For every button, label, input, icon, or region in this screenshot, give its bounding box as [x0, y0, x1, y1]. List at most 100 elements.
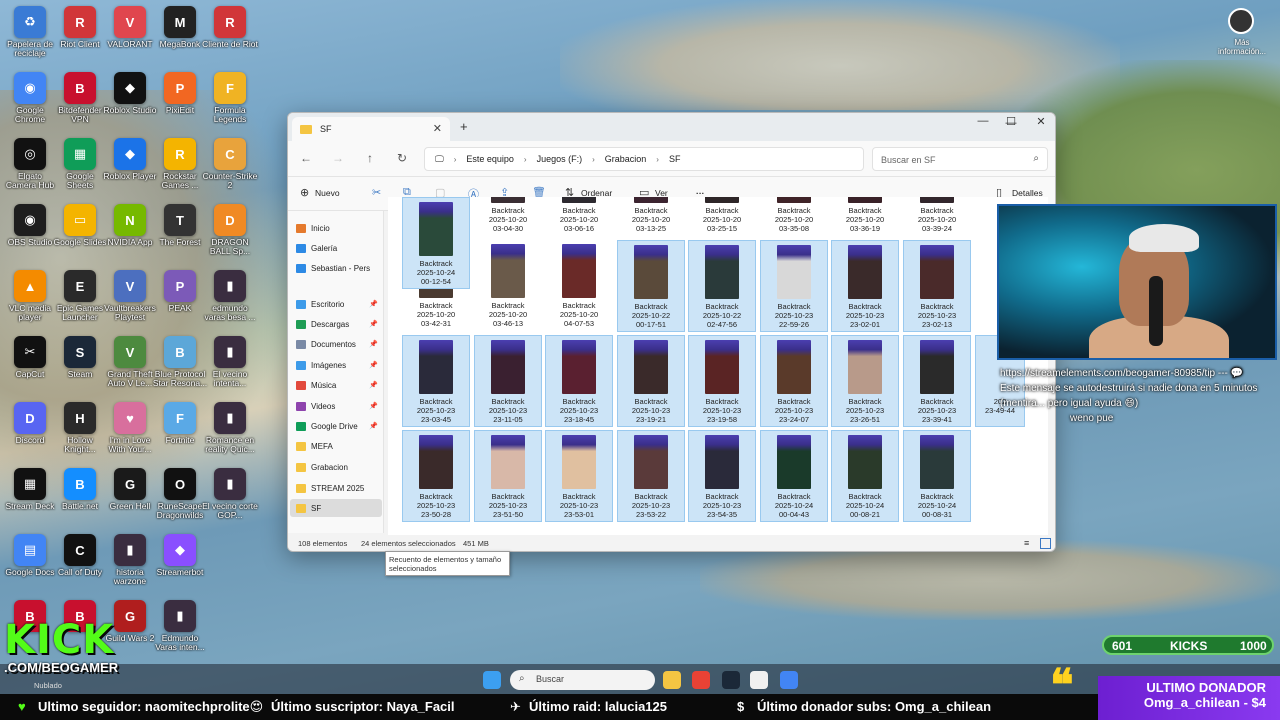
pin-icon[interactable]: 📌 — [369, 320, 378, 328]
pin-icon[interactable]: 📌 — [369, 300, 378, 308]
desktop-icon[interactable]: ▦ Google Sheets — [52, 138, 108, 190]
taskbar-search[interactable]: ⌕ Buscar — [510, 670, 655, 690]
chrome-2-icon[interactable] — [780, 671, 798, 689]
sidebar-item[interactable]: Galería — [296, 239, 380, 257]
desktop-icon[interactable]: D Discord — [2, 402, 58, 445]
cut-icon[interactable]: ✂ — [372, 186, 381, 199]
desktop-icon[interactable]: ◉ OBS Studio — [2, 204, 58, 247]
file-item[interactable]: Backtrack 2025-10-20 03-06-16 — [545, 197, 613, 237]
file-item[interactable]: Backtrack 2025-10-23 23-51-50 — [474, 430, 542, 522]
sidebar-item[interactable]: Escritorio 📌 — [296, 295, 380, 313]
search-input[interactable]: Buscar en SF ⌕ — [872, 147, 1048, 171]
desktop-icon[interactable]: ▤ Google Docs — [2, 534, 58, 577]
desktop-icon[interactable]: ▮ edmundo varas besa ... — [202, 270, 258, 322]
file-item[interactable]: Backtrack 2025-10-22 02-47-56 — [688, 240, 756, 332]
file-item[interactable]: Backtrack 2025-10-22 00-17-51 — [617, 240, 685, 332]
file-item[interactable]: Backtrack 2025-10-20 03-36-19 — [831, 197, 899, 237]
pin-icon[interactable]: 📌 — [369, 340, 378, 348]
sidebar-item[interactable]: SF — [290, 499, 382, 517]
sidebar-item[interactable]: Imágenes 📌 — [296, 356, 380, 374]
file-item[interactable]: Backtrack 2025-10-20 04-07-53 — [545, 240, 613, 332]
file-item[interactable]: Backtrack 2025-10-20 03-25-15 — [688, 197, 756, 237]
file-item[interactable]: Backtrack 2025-10-24 00-08-21 — [831, 430, 899, 522]
desktop-icon[interactable]: R Rockstar Games ... — [152, 138, 208, 190]
sidebar-item[interactable]: STREAM 2025 — [296, 479, 380, 497]
desktop-icon[interactable]: E Epic Games Launcher — [52, 270, 108, 322]
desktop-icon[interactable]: ▭ Google Slides — [52, 204, 108, 247]
file-item[interactable]: Backtrack 2025-10-23 23-19-58 — [688, 335, 756, 427]
maximize-window-button[interactable]: ☐ — [996, 115, 1026, 128]
desktop-icon[interactable]: B Battle.net — [52, 468, 108, 511]
sidebar-item[interactable]: Google Drive 📌 — [296, 417, 380, 435]
desktop-icon[interactable]: ◎ Elgato Camera Hub — [2, 138, 58, 190]
notepad-icon[interactable] — [750, 671, 768, 689]
desktop-icon[interactable]: H Hollow Knight... — [52, 402, 108, 454]
address-bar[interactable]: 🖵 › Este equipo › Juegos (F:) › Grabacio… — [424, 147, 864, 171]
file-item[interactable]: Backtrack 2025-10-24 00-04-43 — [760, 430, 828, 522]
file-item[interactable]: Backtrack 2025-10-23 23-24-07 — [760, 335, 828, 427]
steam-icon[interactable] — [722, 671, 740, 689]
new-button[interactable]: Nuevo — [315, 188, 340, 198]
desktop-icon[interactable]: D DRAGON BALL Sp... — [202, 204, 258, 256]
info-icon[interactable] — [1228, 8, 1254, 34]
desktop-icon[interactable]: ▮ El vecino intenta... — [202, 336, 258, 388]
file-item[interactable]: Backtrack 2025-10-23 23-53-01 — [545, 430, 613, 522]
breadcrumb-sf[interactable]: SF — [669, 154, 681, 164]
file-item[interactable]: Backtrack 2025-10-23 23-02-13 — [903, 240, 971, 332]
file-item[interactable]: Backtrack 2025-10-23 23-11-05 — [474, 335, 542, 427]
list-view-icon[interactable]: ≡ — [1024, 538, 1029, 548]
desktop-icon[interactable]: B Bitdefender VPN — [52, 72, 108, 124]
desktop-icon[interactable]: P PEAK — [152, 270, 208, 313]
desktop-icon[interactable]: B Blue Protocol Star Resona... — [152, 336, 208, 388]
sidebar-item[interactable]: Sebastian - Pers — [296, 259, 380, 277]
grid-view-icon[interactable] — [1040, 538, 1051, 549]
breadcrumb-este-equipo[interactable]: Este equipo — [466, 154, 514, 164]
sidebar-item[interactable]: Descargas 📌 — [296, 315, 380, 333]
file-item[interactable]: Backtrack 2025-10-23 23-19-21 — [617, 335, 685, 427]
breadcrumb-grabacion[interactable]: Grabacion — [605, 154, 647, 164]
desktop-icon[interactable]: ▮ Edmundo Varas inten... — [152, 600, 208, 652]
desktop-icon[interactable]: R Riot Client — [52, 6, 108, 49]
desktop-icon[interactable]: M MegaBonk — [152, 6, 208, 49]
desktop-icon[interactable]: V Vaultbreakers Playtest — [102, 270, 158, 322]
desktop-icon[interactable]: ♥ I'm in Love With Your... — [102, 402, 158, 454]
desktop-icon[interactable]: G Green Hell — [102, 468, 158, 511]
sidebar-item[interactable]: MEFA — [296, 437, 380, 455]
desktop-icon[interactable]: ◆ Streamerbot — [152, 534, 208, 577]
forward-arrow-icon[interactable]: → — [328, 151, 348, 165]
file-item[interactable]: Backtrack 2025-10-23 23-03-45 — [402, 335, 470, 427]
file-item[interactable]: Backtrack 2025-10-24 00-08-31 — [903, 430, 971, 522]
file-item[interactable]: Backtrack 2025-10-23 23-39-41 — [903, 335, 971, 427]
windows-icon[interactable] — [483, 671, 501, 689]
file-item[interactable]: Backtrack 2025-10-23 23-02-01 — [831, 240, 899, 332]
breadcrumb-juegos[interactable]: Juegos (F:) — [537, 154, 583, 164]
close-window-button[interactable]: ✕ — [1026, 115, 1055, 128]
desktop-icon[interactable]: ◉ Google Chrome — [2, 72, 58, 124]
sidebar-item[interactable]: Música 📌 — [296, 376, 380, 394]
file-item[interactable]: Backtrack 2025-10-23 23-50-28 — [402, 430, 470, 522]
file-item[interactable]: Backtrack 2025-10-23 22-59-26 — [760, 240, 828, 332]
file-item[interactable]: Backtrack 2025-10-20 03-13-25 — [617, 197, 685, 237]
sidebar-item[interactable]: Grabacion — [296, 458, 380, 476]
desktop-icon[interactable]: ◆ Roblox Player — [102, 138, 158, 181]
desktop-icon[interactable]: C Counter-Strike 2 — [202, 138, 258, 190]
desktop-icon[interactable]: C Call of Duty — [52, 534, 108, 577]
desktop-icon[interactable]: V Grand Theft Auto V Le... — [102, 336, 158, 388]
files-icon[interactable] — [663, 671, 681, 689]
desktop-icon[interactable]: F Fortnite — [152, 402, 208, 445]
desktop-icon[interactable]: ✂ CapCut — [2, 336, 58, 379]
desktop-icon[interactable]: O RuneScape Dragonwilds — [152, 468, 208, 520]
refresh-icon[interactable]: ↻ — [392, 151, 412, 165]
pin-icon[interactable]: 📌 — [369, 402, 378, 410]
file-item[interactable]: Backtrack 2025-10-24 00-12-54 — [402, 197, 470, 289]
file-item[interactable]: Backtrack 2025-10-20 03-35-08 — [760, 197, 828, 237]
desktop-icon[interactable]: N NVIDIA App — [102, 204, 158, 247]
sidebar-item[interactable]: Videos 📌 — [296, 397, 380, 415]
new-tab-button[interactable]: + — [460, 119, 468, 134]
up-arrow-icon[interactable]: ↑ — [360, 151, 380, 165]
desktop-icon[interactable]: S Steam — [52, 336, 108, 379]
pin-icon[interactable]: 📌 — [369, 381, 378, 389]
minimize-window-button[interactable]: — — [968, 115, 998, 127]
chrome-icon[interactable] — [692, 671, 710, 689]
file-item[interactable]: Backtrack 2025-10-20 03-04-30 — [474, 197, 542, 237]
